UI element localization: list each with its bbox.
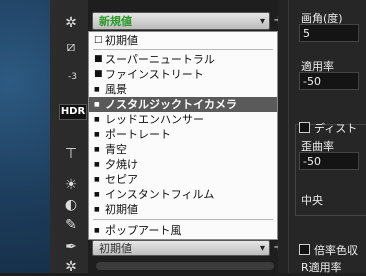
bullet-icon: ■	[94, 69, 103, 79]
menu-item-label: レッドエンハンサー	[105, 113, 204, 126]
checkbox-icon[interactable]	[299, 244, 310, 255]
chevron-down-icon: ▾	[259, 16, 265, 27]
hdr-badge[interactable]: HDR	[59, 104, 87, 120]
menu-item[interactable]: ■ ポートレート	[89, 127, 277, 142]
menu-item[interactable]: ■ 夕焼け	[89, 157, 277, 172]
menu-item-label: ファインストリート	[105, 68, 204, 81]
style-dropdown-value: 新規値	[99, 15, 132, 28]
bullet-icon: ■	[94, 191, 100, 198]
menu-item-label: 青空	[105, 143, 127, 156]
scrollbar[interactable]	[96, 262, 274, 270]
bullet-icon: ■	[94, 131, 100, 138]
menu-item-label: 初期値	[105, 203, 138, 216]
crop-icon[interactable]: ⧄	[62, 38, 80, 56]
tool-strip: ✲ ⧄ -3 HDR ⊤ ☀ ◐ ✎ ✒ ✲	[56, 0, 88, 276]
bullet-icon: ■	[94, 227, 100, 234]
contrast-icon[interactable]: ◐	[62, 196, 80, 214]
menu-item[interactable]: ■ ファインストリート	[89, 67, 277, 82]
center-label: 中央	[301, 194, 323, 207]
distortion-toggle[interactable]: ディスト	[299, 120, 357, 136]
menu-item-label: ノスタルジックトイカメラ	[105, 98, 237, 111]
settings-small-icon[interactable]: ✲	[62, 258, 80, 276]
brightness-icon[interactable]: ☀	[62, 176, 80, 194]
bullet-icon: ■	[94, 176, 100, 183]
menu-item-label: セピア	[105, 173, 138, 186]
menu-separator	[93, 219, 273, 220]
menu-item-label: 初期値	[105, 34, 138, 47]
menu-separator	[93, 49, 273, 50]
magnification-label: 倍率色収	[314, 244, 358, 257]
distortion-label: ディスト	[314, 122, 358, 135]
checkbox-icon: □	[94, 35, 103, 45]
menu-item[interactable]: ■ 青空	[89, 142, 277, 157]
gear-icon[interactable]: ✲	[62, 14, 80, 32]
menu-item-label: スーパーニュートラル	[105, 53, 215, 66]
tone-curve-icon[interactable]: ⊤	[62, 145, 80, 163]
lens-correction-panel: 画角(度) 5 適用率 -50 ディスト 歪曲率 -50 中央 倍率色収 R適用…	[288, 0, 366, 274]
menu-item[interactable]: ■ セピア	[89, 172, 277, 187]
panel-divider	[278, 0, 288, 273]
apply-rate-field[interactable]: -50	[299, 72, 359, 90]
style-dropdown-menu: □ 初期値 ■ スーパーニュートラル ■ ファインストリート ■ 風景 ■ ノス…	[88, 31, 278, 240]
bullet-icon: ■	[94, 161, 100, 168]
menu-item[interactable]: ■ インスタントフィルム	[89, 187, 277, 202]
bullet-icon: ■	[94, 54, 103, 64]
angle-field[interactable]: 5	[299, 24, 359, 42]
photo-preview	[0, 0, 50, 273]
menu-item-label: 夕焼け	[105, 158, 138, 171]
menu-item-label: インスタントフィルム	[105, 188, 215, 201]
distortion-amount-field[interactable]: -50	[299, 152, 359, 170]
exposure-minus-label: -3	[68, 72, 77, 82]
menu-item-label: 風景	[105, 83, 127, 96]
bullet-icon: ■	[94, 146, 100, 153]
menu-item[interactable]: ■ スーパーニュートラル	[89, 52, 277, 67]
secondary-style-dropdown[interactable]: 初期値 ▾	[92, 240, 270, 256]
menu-item-label: ポップアート風	[105, 224, 182, 237]
chevron-down-icon: ▾	[259, 243, 265, 254]
menu-item[interactable]: ■ ポップアート風	[89, 223, 277, 238]
menu-item[interactable]: ■ 初期値	[89, 202, 277, 217]
bullet-icon: ■	[94, 206, 100, 213]
checkbox-icon[interactable]	[299, 122, 310, 133]
secondary-dropdown-value: 初期値	[99, 242, 132, 255]
brush-icon[interactable]: ✎	[62, 216, 80, 234]
style-dropdown[interactable]: 新規値 ▾	[92, 12, 270, 30]
magnification-toggle[interactable]: 倍率色収	[299, 242, 358, 258]
menu-item-selected[interactable]: ■ ノスタルジックトイカメラ	[89, 97, 277, 112]
pen-icon[interactable]: ✒	[62, 238, 80, 256]
bullet-icon: ■	[94, 86, 100, 93]
bullet-icon: ■	[94, 116, 100, 123]
menu-item-label: ポートレート	[105, 128, 171, 141]
menu-item[interactable]: ■ レッドエンハンサー	[89, 112, 277, 127]
menu-item[interactable]: ■ 風景	[89, 82, 277, 97]
bullet-icon: ■	[94, 101, 100, 108]
menu-item[interactable]: □ 初期値	[89, 33, 277, 48]
